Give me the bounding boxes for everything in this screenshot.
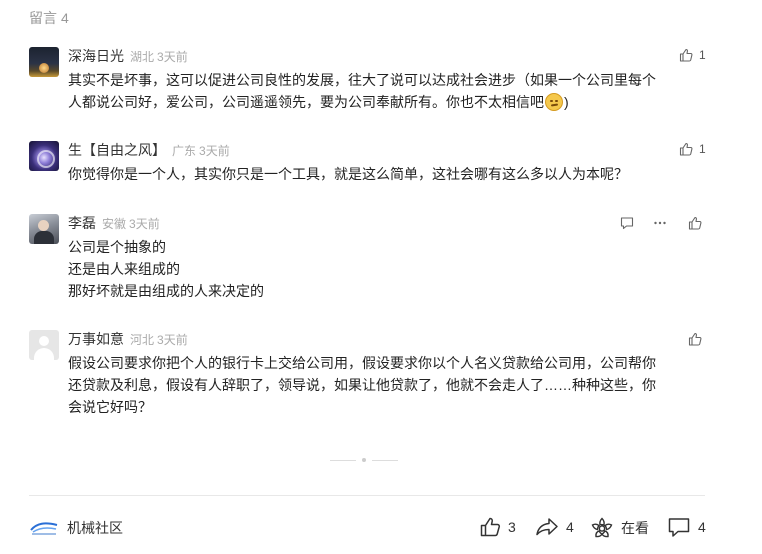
avatar[interactable] <box>29 47 59 77</box>
footer-divider <box>29 495 705 496</box>
comment-text: 其实不是坏事，这可以促进公司良性的发展，往大了说可以达成社会进步（如果一个公司里… <box>68 69 708 113</box>
comment-count: 4 <box>698 519 706 535</box>
divider <box>372 459 398 461</box>
comment-text: 公司是个抽象的 还是由人来组成的 那好坏就是由组成的人来决定的 <box>68 236 708 302</box>
comments-header: 留言 4 <box>29 8 73 28</box>
user-name[interactable]: 生【自由之风】 <box>68 142 166 158</box>
user-location: 安徽 <box>102 217 127 231</box>
user-name[interactable]: 万事如意 <box>68 331 124 347</box>
like-count: 1 <box>699 48 706 62</box>
loading-dot <box>362 458 366 462</box>
user-name[interactable]: 李磊 <box>68 215 96 231</box>
thumb-up-icon <box>679 142 693 156</box>
like-button[interactable] <box>688 216 702 230</box>
thumb-up-icon <box>688 332 702 346</box>
user-name[interactable]: 深海日光 <box>68 48 124 64</box>
account-brand[interactable]: 机械社区 <box>29 518 123 538</box>
avatar[interactable] <box>29 330 59 360</box>
like-count: 3 <box>508 519 516 535</box>
comment-line: 你觉得你是一个人，其实你只是一个工具，就是这么简单，这社会哪有这么多以人为本呢？ <box>68 166 628 182</box>
share-count: 4 <box>566 519 574 535</box>
comments-count: 4 <box>61 10 69 26</box>
comment-line: 那好坏就是由组成的人来决定的 <box>68 283 264 299</box>
load-more-indicator <box>330 458 398 462</box>
like-count: 1 <box>699 142 706 156</box>
share-button[interactable]: 4 <box>535 516 574 538</box>
comment-line: 公司是个抽象的 <box>68 239 166 255</box>
thumb-up-icon <box>679 48 693 62</box>
comment-bubble-icon <box>668 518 690 537</box>
brand-logo-icon <box>29 519 59 537</box>
like-button[interactable]: 1 <box>679 142 706 156</box>
viewing-button[interactable]: 在看 <box>590 516 649 540</box>
brand-name: 机械社区 <box>67 520 123 536</box>
comment-line-end: ) <box>564 94 569 110</box>
reply-button[interactable] <box>620 216 634 230</box>
comment-time: 3天前 <box>129 217 160 231</box>
comment-line: 人都说公司好，爱公司，公司遥遥领先，要为公司奉献所有。你也不太相信吧 <box>68 94 544 110</box>
comment-line: 会说它好吗？ <box>68 399 152 415</box>
divider <box>330 459 356 461</box>
user-location: 广东 <box>172 144 197 158</box>
comment-line-with-emoji: 人都说公司好，爱公司，公司遥遥领先，要为公司奉献所有。你也不太相信吧) <box>68 91 708 113</box>
thumb-up-icon <box>480 517 501 537</box>
avatar[interactable] <box>29 141 59 171</box>
sweat-smile-emoji-icon <box>545 93 563 111</box>
avatar[interactable] <box>29 214 59 244</box>
comment-line: 还是由人来组成的 <box>68 261 180 277</box>
comment-item: 深海日光 湖北 3天前 其实不是坏事，这可以促进公司良性的发展，往大了说可以达成社会… <box>29 47 709 117</box>
more-dots-icon <box>654 221 666 225</box>
thumb-up-icon <box>688 216 702 230</box>
comments-header-label: 留言 <box>29 10 57 26</box>
comment-text: 假设公司要求你把个人的银行卡上交给公司用，假设要求你以个人名义贷款给公司用，公司… <box>68 352 703 418</box>
comment-line: 还贷款及利息，假设有人辞职了，领导说，如果让他贷款了，他就不会走人了……种种这些… <box>68 377 656 393</box>
comment-item: 万事如意 河北 3天前 假设公司要求你把个人的银行卡上交给公司用，假设要求你以个人名… <box>29 330 709 430</box>
comment-text: 你觉得你是一个人，其实你只是一个工具，就是这么简单，这社会哪有这么多以人为本呢？ <box>68 163 708 185</box>
article-like-button[interactable]: 3 <box>479 516 516 538</box>
more-button[interactable] <box>653 216 667 230</box>
like-button[interactable] <box>688 332 702 346</box>
comment-item: 生【自由之风】 广东 3天前 你觉得你是一个人，其实你只是一个工具，就是这么简单，这… <box>29 141 709 191</box>
share-arrow-icon <box>536 518 558 536</box>
user-location: 河北 <box>130 333 155 347</box>
comment-time: 3天前 <box>157 50 188 64</box>
comment-line: 其实不是坏事，这可以促进公司良性的发展，往大了说可以达成社会进步（如果一个公司里… <box>68 72 656 88</box>
comment-item: 李磊 安徽 3天前 公司是个抽象的 还是由人来组成的 那好坏就是由组成的人来决定的 <box>29 214 709 304</box>
reply-bubble-icon <box>620 217 634 230</box>
like-button[interactable]: 1 <box>679 48 706 62</box>
comment-time: 3天前 <box>199 144 230 158</box>
comment-line: 假设公司要求你把个人的银行卡上交给公司用，假设要求你以个人名义贷款给公司用，公司… <box>68 355 656 371</box>
user-location: 湖北 <box>130 50 155 64</box>
viewing-label: 在看 <box>621 520 649 536</box>
comment-time: 3天前 <box>157 333 188 347</box>
comment-button[interactable]: 4 <box>667 516 706 538</box>
flower-icon <box>591 517 613 538</box>
